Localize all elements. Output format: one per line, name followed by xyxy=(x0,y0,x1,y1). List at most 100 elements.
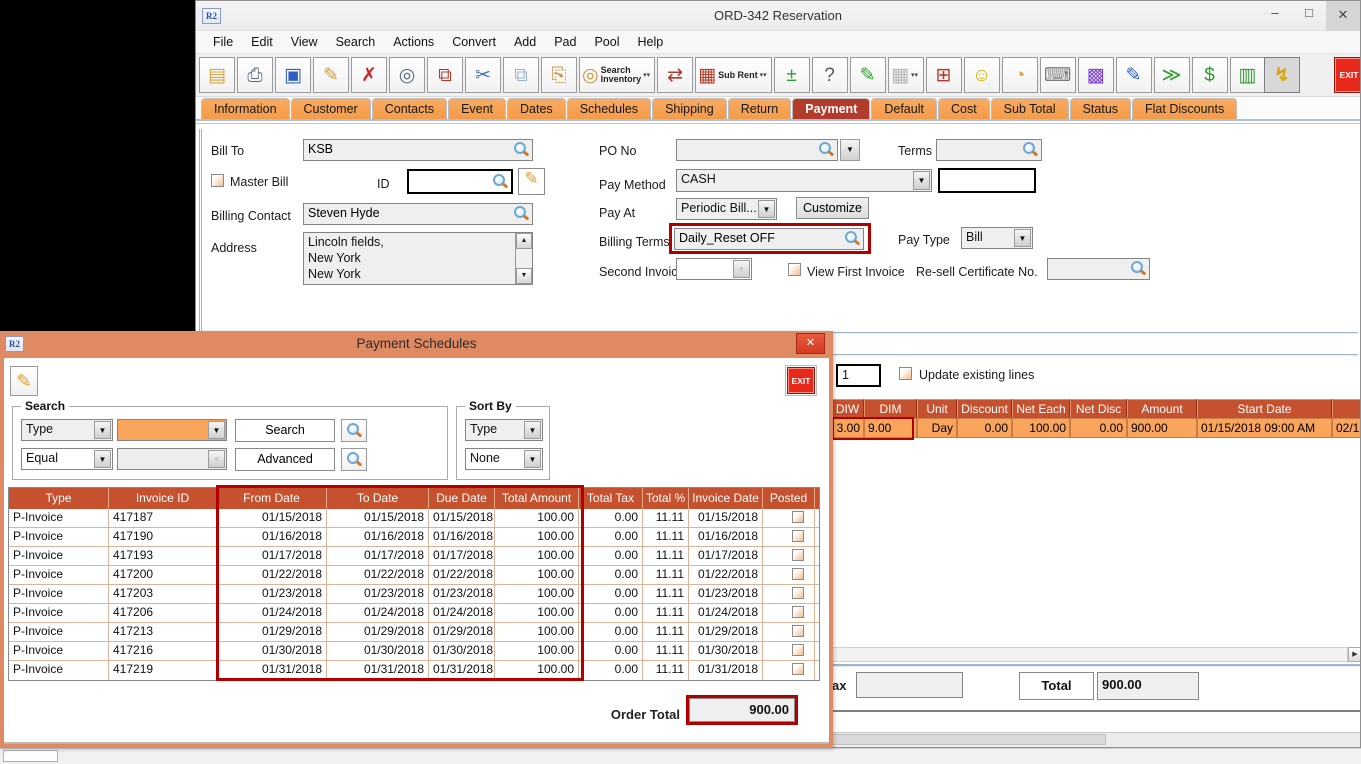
address-field[interactable]: Lincoln fields,New YorkNew York ▲ ▼ xyxy=(303,232,533,285)
billing-terms-field[interactable]: Daily_Reset OFF xyxy=(674,228,864,250)
cubes-icon[interactable]: ▩ xyxy=(1078,57,1114,93)
column-header[interactable]: Total Amount xyxy=(495,488,579,509)
tab-schedules[interactable]: Schedules xyxy=(567,98,651,119)
schedule-row[interactable]: P-Invoice 417187 01/15/2018 01/15/2018 0… xyxy=(9,509,819,528)
chevron-down-icon[interactable]: ▼ xyxy=(208,421,225,439)
schedule-row[interactable]: P-Invoice 417203 01/23/2018 01/23/2018 0… xyxy=(9,585,819,604)
menu-item[interactable]: Edit xyxy=(242,33,282,51)
search-operator-select[interactable]: Equal▼ xyxy=(21,448,113,470)
menu-item[interactable]: Pad xyxy=(545,33,585,51)
edit-pencil-button[interactable]: ✎ xyxy=(518,168,545,195)
customize-button[interactable]: Customize xyxy=(796,197,869,219)
column-header[interactable]: Invoice ID xyxy=(109,488,217,509)
scroll-right-icon[interactable]: ▶ xyxy=(1348,647,1361,662)
tab-contacts[interactable]: Contacts xyxy=(372,98,447,119)
schedule-row[interactable]: P-Invoice 417213 01/29/2018 01/29/2018 0… xyxy=(9,623,819,642)
tab-shipping[interactable]: Shipping xyxy=(652,98,727,119)
notepad-icon[interactable]: ✎ xyxy=(850,57,886,93)
search-icon[interactable] xyxy=(513,142,529,158)
pay-type-select[interactable]: Bill▼ xyxy=(961,227,1033,249)
search-field-select[interactable]: Type▼ xyxy=(21,419,113,441)
search-button[interactable]: Search xyxy=(235,419,335,442)
rates-icon[interactable]: ≫ xyxy=(1154,57,1190,93)
sub-rent-button[interactable]: ▦ Sub Rent ▾▾ xyxy=(695,57,771,93)
lines-grid-row[interactable]: 3.009.00Day0.00100.000.00900.0001/15/201… xyxy=(831,418,1361,438)
dialog-close-button[interactable]: ✕ xyxy=(796,333,825,354)
keyboard-icon[interactable]: ⌨ xyxy=(1040,57,1076,93)
tab-payment[interactable]: Payment xyxy=(792,98,870,119)
copy-lines-icon[interactable]: ⧉ xyxy=(427,57,463,93)
id-field[interactable] xyxy=(407,169,513,194)
search-lookup-button[interactable] xyxy=(341,419,367,442)
menu-item[interactable]: Search xyxy=(327,33,385,51)
posted-checkbox[interactable] xyxy=(792,606,804,618)
add-line-icon[interactable]: ± xyxy=(774,57,810,93)
scroll-up-icon[interactable]: ▲ xyxy=(516,233,532,249)
new-document-icon[interactable]: ▤ xyxy=(199,57,235,93)
exit-button[interactable]: EXIT xyxy=(1334,57,1361,93)
column-header[interactable]: Start Date xyxy=(1197,399,1332,419)
bill-to-field[interactable]: KSB xyxy=(303,139,533,161)
tab-return[interactable]: Return xyxy=(728,98,792,119)
grid-horizontal-scrollbar[interactable] xyxy=(832,647,1348,662)
chevron-down-icon[interactable]: ▼ xyxy=(913,171,930,190)
schedule-row[interactable]: P-Invoice 417206 01/24/2018 01/24/2018 0… xyxy=(9,604,819,623)
address-scrollbar[interactable]: ▲ ▼ xyxy=(515,233,532,284)
chevron-down-icon[interactable]: ▼ xyxy=(733,260,750,278)
posted-checkbox[interactable] xyxy=(792,587,804,599)
tab-customer[interactable]: Customer xyxy=(291,98,371,119)
column-header[interactable]: Discount xyxy=(957,399,1012,419)
column-header[interactable]: Unit xyxy=(917,399,957,419)
maximize-button[interactable]: □ xyxy=(1292,1,1326,27)
billing-icon[interactable]: $ xyxy=(1192,57,1228,93)
folder-clock-icon[interactable]: ◔ xyxy=(1002,57,1038,93)
column-header[interactable]: Total Tax xyxy=(579,488,643,509)
column-header[interactable]: To Date xyxy=(327,488,429,509)
terms-field[interactable] xyxy=(936,139,1042,161)
tab-status[interactable]: Status xyxy=(1070,98,1131,119)
menu-item[interactable]: File xyxy=(204,33,242,51)
search-icon[interactable] xyxy=(513,206,529,222)
tab-sub-total[interactable]: Sub Total xyxy=(991,98,1069,119)
column-header[interactable]: Type xyxy=(9,488,109,509)
find-icon[interactable]: ◎ xyxy=(389,57,425,93)
lightning-button[interactable]: ↯ xyxy=(1264,57,1300,93)
close-button[interactable]: ✕ xyxy=(1326,1,1360,31)
chevron-down-icon[interactable]: ▼ xyxy=(524,421,541,439)
update-existing-lines-checkbox[interactable] xyxy=(899,367,912,380)
edit-document-icon[interactable]: ✎ xyxy=(1116,57,1152,93)
posted-checkbox[interactable] xyxy=(792,549,804,561)
column-header[interactable]: Total % xyxy=(643,488,689,509)
search-icon[interactable] xyxy=(844,231,860,247)
column-header[interactable]: Net Disc xyxy=(1070,399,1127,419)
dialog-exit-button[interactable]: EXIT xyxy=(787,367,815,394)
minimize-button[interactable]: – xyxy=(1258,1,1292,27)
tab-event[interactable]: Event xyxy=(448,98,506,119)
edit-pencil-button[interactable]: ✎ xyxy=(10,366,38,396)
schedule-row[interactable]: P-Invoice 417190 01/16/2018 01/16/2018 0… xyxy=(9,528,819,547)
column-header[interactable]: Due Date xyxy=(429,488,495,509)
po-no-dropdown[interactable]: ▼ xyxy=(840,139,860,161)
chevron-down-icon[interactable]: ▼ xyxy=(524,450,541,468)
chevron-down-icon[interactable]: ▼ xyxy=(94,450,111,468)
search-icon[interactable] xyxy=(1130,261,1146,277)
column-header[interactable]: Net Each xyxy=(1012,399,1070,419)
delete-icon[interactable]: ✗ xyxy=(351,57,387,93)
schedule-row[interactable]: P-Invoice 417200 01/22/2018 01/22/2018 0… xyxy=(9,566,819,585)
po-no-field[interactable] xyxy=(676,139,838,161)
resell-certificate-field[interactable] xyxy=(1047,258,1150,280)
edit-pencil-icon[interactable]: ✎ xyxy=(313,57,349,93)
column-header[interactable] xyxy=(1332,399,1361,419)
column-header[interactable]: Posted xyxy=(763,488,815,509)
line-qty-field[interactable]: 1 xyxy=(836,364,881,387)
customer-query-icon[interactable]: ? xyxy=(812,57,848,93)
pay-at-select[interactable]: Periodic Bill...▼ xyxy=(676,198,777,220)
copy-icon[interactable]: ⧉ xyxy=(503,57,539,93)
org-chart-icon[interactable]: ⊞ xyxy=(926,57,962,93)
menu-item[interactable]: Convert xyxy=(443,33,505,51)
search-icon[interactable] xyxy=(818,142,834,158)
search-icon[interactable] xyxy=(1022,142,1038,158)
calendar-icon[interactable]: ▦ ▾▾ xyxy=(888,57,924,93)
chevron-down-icon[interactable]: ▼ xyxy=(94,421,111,439)
delivery-truck-icon[interactable]: ▥ xyxy=(1230,57,1266,93)
